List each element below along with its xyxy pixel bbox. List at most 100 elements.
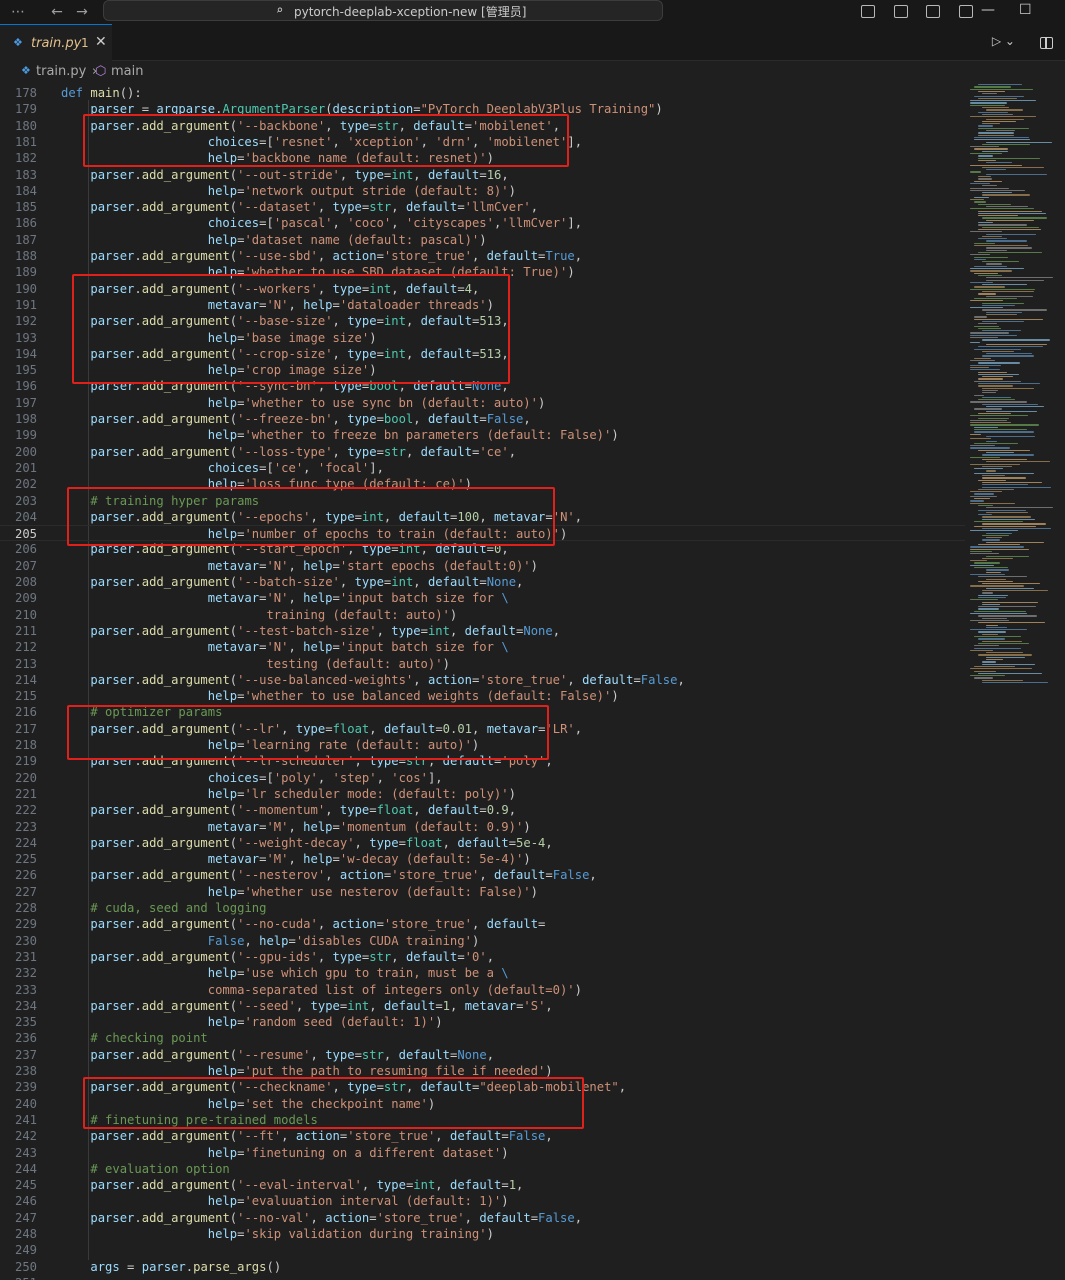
arrow-left-icon[interactable]: ← (47, 2, 67, 22)
minimap-line (978, 362, 1020, 364)
code-line[interactable]: 221 help='lr scheduler mode: (default: p… (0, 786, 965, 802)
minimap-line (978, 274, 1002, 277)
code-line[interactable]: 233 comma-separated list of integers onl… (0, 982, 965, 998)
code-line[interactable]: 224 parser.add_argument('--weight-decay'… (0, 835, 965, 851)
code-line[interactable]: 215 help='whether to use balanced weight… (0, 688, 965, 704)
code-line[interactable]: 232 help='use which gpu to train, must b… (0, 965, 965, 981)
arrow-right-icon[interactable]: → (72, 2, 92, 22)
breadcrumb-file[interactable]: train.py (36, 64, 86, 79)
minimap-line (978, 378, 1004, 380)
code-line[interactable]: 184 help='network output stride (default… (0, 183, 965, 199)
code-line[interactable]: 183 parser.add_argument('--out-stride', … (0, 167, 965, 183)
minimap-line (970, 599, 998, 601)
code-line[interactable]: 223 metavar='M', help='momentum (default… (0, 819, 965, 835)
toggle-secondary-sidebar-icon[interactable] (926, 5, 941, 18)
code-line[interactable]: 235 help='random seed (default: 1)') (0, 1014, 965, 1030)
python-file-icon: ❖ (13, 36, 23, 49)
code-text: help='whether to use balanced weights (d… (207, 689, 619, 704)
code-line[interactable]: 199 help='whether to freeze bn parameter… (0, 427, 965, 443)
code-line[interactable]: 230 False, help='disables CUDA training'… (0, 933, 965, 949)
minimap-line (982, 107, 1009, 109)
code-line[interactable]: 247 parser.add_argument('--no-val', acti… (0, 1210, 965, 1226)
code-line[interactable]: 248 help='skip validation during trainin… (0, 1226, 965, 1242)
code-line[interactable]: 236 # checking point (0, 1030, 965, 1046)
code-line[interactable]: 207 metavar='N', help='start epochs (def… (0, 558, 965, 574)
minimap-line (978, 127, 1029, 129)
more-icon[interactable]: ⋯ (8, 2, 28, 22)
code-line[interactable]: 200 parser.add_argument('--loss-type', t… (0, 444, 965, 460)
code-line[interactable]: 178 def main(): (0, 85, 965, 101)
minimap-line (970, 268, 1024, 270)
minimap-line (974, 431, 1035, 433)
code-line[interactable]: 249 (0, 1242, 965, 1258)
code-line[interactable]: 237 parser.add_argument('--resume', type… (0, 1047, 965, 1063)
code-text: parser.add_argument('--eval-interval', t… (90, 1178, 524, 1193)
code-line[interactable]: 231 parser.add_argument('--gpu-ids', typ… (0, 949, 965, 965)
code-line[interactable]: 226 parser.add_argument('--nesterov', ac… (0, 867, 965, 883)
code-line[interactable]: 243 help='finetuning on a different data… (0, 1145, 965, 1161)
minimap-line (982, 120, 1017, 123)
code-line[interactable]: 209 metavar='N', help='input batch size … (0, 590, 965, 606)
minimap-line (982, 465, 1013, 468)
code-line[interactable]: 246 help='evaluuation interval (default:… (0, 1193, 965, 1209)
minimap-line (982, 291, 1035, 293)
tab-train-py[interactable]: ❖ train.py 1 ✕ (0, 24, 112, 61)
close-icon[interactable]: ✕ (95, 34, 107, 50)
minimap-line (978, 449, 1031, 451)
code-line[interactable]: 234 parser.add_argument('--seed', type=i… (0, 998, 965, 1014)
minimap-line (974, 429, 1028, 431)
code-line[interactable]: 227 help='whether use nesterov (default:… (0, 884, 965, 900)
code-line[interactable]: 244 # evaluation option (0, 1161, 965, 1177)
code-line[interactable]: 250 args = parser.parse_args() (0, 1259, 965, 1275)
code-line[interactable]: 213 testing (default: auto)') (0, 656, 965, 672)
minimap-line (986, 555, 1030, 557)
code-line[interactable]: 228 # cuda, seed and logging (0, 900, 965, 916)
minimap-line (970, 619, 1010, 622)
minimize-icon[interactable]: — (981, 2, 995, 18)
code-line[interactable]: 187 help='dataset name (default: pascal)… (0, 232, 965, 248)
line-number: 229 (14, 917, 37, 932)
customize-layout-icon[interactable] (959, 5, 973, 18)
minimap-line (974, 258, 986, 261)
code-line[interactable]: 245 parser.add_argument('--eval-interval… (0, 1177, 965, 1193)
minimap-line (974, 136, 1029, 139)
code-line[interactable]: 220 choices=['poly', 'step', 'cos'], (0, 770, 965, 786)
minimap-line (970, 530, 1019, 532)
maximize-icon[interactable]: ☐ (1019, 2, 1032, 18)
code-line[interactable]: 185 parser.add_argument('--dataset', typ… (0, 199, 965, 215)
code-line[interactable]: 188 parser.add_argument('--use-sbd', act… (0, 248, 965, 264)
code-line[interactable]: 229 parser.add_argument('--no-cuda', act… (0, 916, 965, 932)
code-line[interactable]: 214 parser.add_argument('--use-balanced-… (0, 672, 965, 688)
code-text: help='network output stride (default: 8)… (207, 183, 516, 198)
minimap-line (982, 601, 1039, 603)
code-line[interactable]: 211 parser.add_argument('--test-batch-si… (0, 623, 965, 639)
toggle-primary-sidebar-icon[interactable] (861, 5, 876, 18)
code-line[interactable]: 208 parser.add_argument('--batch-size', … (0, 574, 965, 590)
code-line[interactable]: 210 training (default: auto)') (0, 607, 965, 623)
code-line[interactable]: 225 metavar='M', help='w-decay (default:… (0, 851, 965, 867)
minimap[interactable] (966, 84, 1065, 1280)
split-editor-icon[interactable] (1040, 37, 1053, 49)
minimap-line (974, 498, 991, 500)
code-line[interactable]: 222 parser.add_argument('--momentum', ty… (0, 802, 965, 818)
code-line[interactable]: 198 parser.add_argument('--freeze-bn', t… (0, 411, 965, 427)
minimap-line (974, 242, 996, 244)
minimap-line (970, 495, 997, 497)
code-line[interactable]: 201 choices=['ce', 'focal'], (0, 460, 965, 476)
run-python-file-icon[interactable]: ▷ ⌄ (992, 34, 1015, 48)
minimap-line (982, 603, 1001, 606)
breadcrumb: ❖ train.py › ⬡ main (0, 61, 1065, 83)
breadcrumb-symbol[interactable]: main (111, 64, 143, 79)
code-line[interactable]: 251 (0, 1275, 965, 1280)
code-line[interactable]: 212 metavar='N', help='input batch size … (0, 639, 965, 655)
toggle-panel-icon[interactable] (893, 5, 908, 18)
code-line[interactable]: 197 help='whether to use sync bn (defaul… (0, 395, 965, 411)
minimap-line (978, 157, 1041, 159)
code-line[interactable]: 186 choices=['pascal', 'coco', 'cityscap… (0, 215, 965, 231)
highlight-lr (67, 705, 549, 760)
minimap-line (978, 212, 1047, 215)
code-line[interactable]: 242 parser.add_argument('--ft', action='… (0, 1128, 965, 1144)
code-text: help='evaluuation interval (default: 1)'… (207, 1194, 509, 1209)
minimap-line (974, 272, 998, 274)
command-center-search[interactable]: ⌕ pytorch-deeplab-xception-new [管理员] (103, 0, 663, 21)
